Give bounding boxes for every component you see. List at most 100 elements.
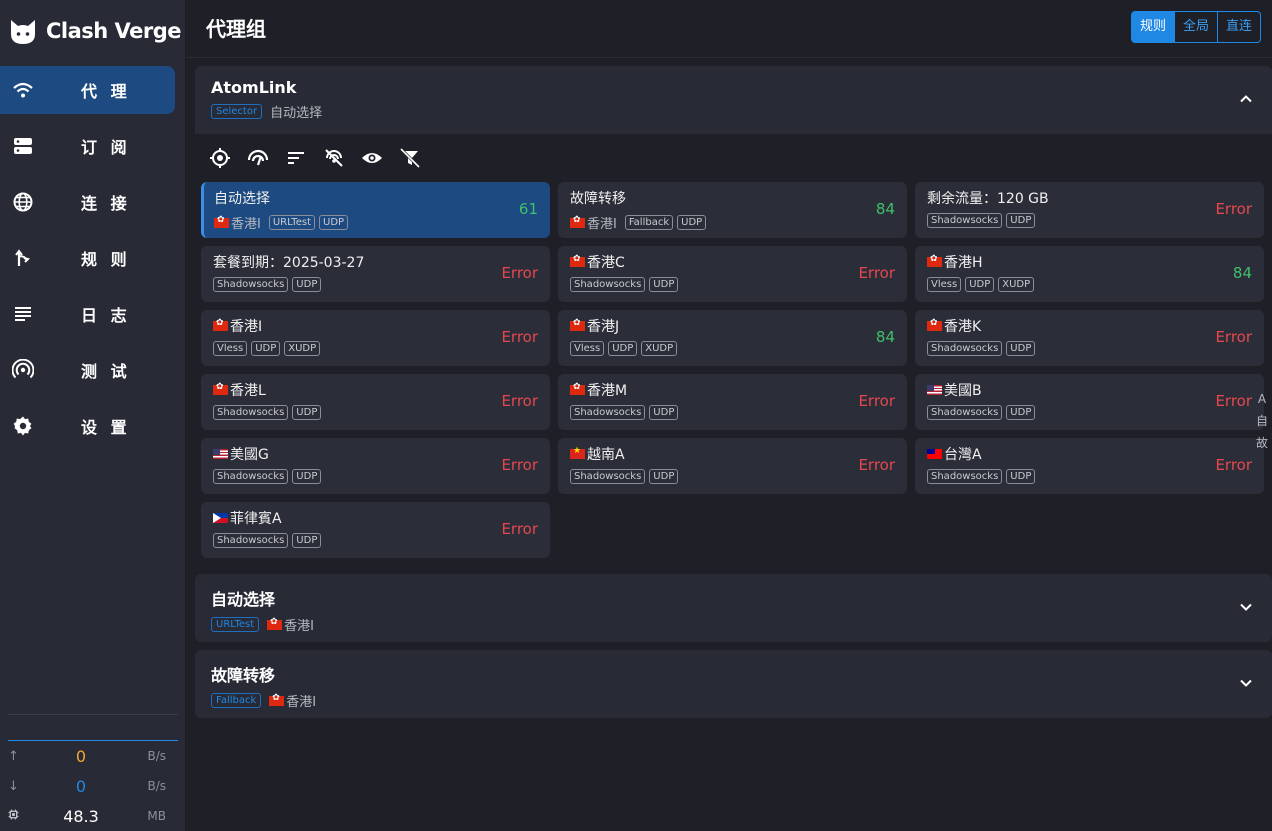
proxy-delay[interactable]: Error: [858, 456, 895, 474]
clear-filter-icon[interactable]: [399, 147, 421, 169]
proxy-card[interactable]: 香港HVlessUDPXUDP84: [915, 246, 1264, 302]
sidebar-item-2[interactable]: 连 接: [0, 178, 175, 226]
proxy-delay[interactable]: Error: [1215, 328, 1252, 346]
arrow-down-icon: ↓: [8, 778, 19, 794]
proxy-delay[interactable]: 84: [1233, 264, 1252, 282]
proxy-tag: Shadowsocks: [927, 469, 1003, 484]
proxy-delay[interactable]: Error: [858, 264, 895, 282]
speed-test-icon[interactable]: [247, 147, 269, 169]
sidebar-item-4[interactable]: 日 志: [0, 290, 175, 338]
mode-button-1[interactable]: 全局: [1175, 12, 1218, 42]
proxy-tag: UDP: [292, 533, 322, 548]
proxy-delay[interactable]: 61: [519, 200, 538, 218]
proxy-card[interactable]: 越南A ShadowsocksUDP Error: [558, 438, 907, 494]
proxy-title: 美國G: [213, 445, 538, 463]
proxy-delay[interactable]: Error: [1215, 200, 1252, 218]
proxy-name: 自动选择: [214, 191, 270, 207]
proxy-tag: UDP: [292, 405, 322, 420]
wifi-icon: [12, 79, 34, 101]
proxy-delay[interactable]: Error: [501, 392, 538, 410]
sidebar-nav: 代 理订 阅连 接规 则日 志测 试设 置: [0, 66, 185, 450]
proxy-tags: 香港I FallbackUDP: [570, 213, 895, 232]
upload-row: ↑ 0 B/s: [8, 741, 178, 771]
proxy-tags: Shadowsocks UDP: [927, 405, 1252, 420]
mode-button-2[interactable]: 直连: [1218, 12, 1260, 42]
proxy-card[interactable]: 故障转移香港I FallbackUDP 84: [558, 182, 907, 238]
proxy-tags: Shadowsocks UDP: [213, 277, 538, 292]
vietnam-flag-icon: [570, 446, 585, 459]
proxy-delay[interactable]: Error: [501, 264, 538, 282]
chevron-down-icon[interactable]: [1239, 600, 1253, 614]
proxy-delay[interactable]: Error: [1215, 392, 1252, 410]
upload-unit: B/s: [147, 749, 166, 763]
proxy-tag: Shadowsocks: [570, 277, 646, 292]
proxy-tag: Shadowsocks: [213, 469, 289, 484]
group-index-letter[interactable]: 自: [1256, 410, 1268, 432]
proxy-tag: Vless: [927, 277, 962, 292]
proxy-tag: UDP: [1006, 469, 1036, 484]
chevron-down-icon[interactable]: [1239, 676, 1253, 690]
group-name: 自动选择: [211, 590, 276, 609]
proxy-card[interactable]: 剩余流量：120 GB Shadowsocks UDP Error: [915, 182, 1264, 238]
proxy-card[interactable]: 菲律賓A Shadowsocks UDP Error: [201, 502, 550, 558]
proxy-tag: Shadowsocks: [213, 405, 289, 420]
proxy-delay[interactable]: 84: [876, 200, 895, 218]
group-header-atomlink[interactable]: AtomLink Selector 自动选择: [195, 66, 1272, 134]
sidebar-item-3[interactable]: 规 则: [0, 234, 175, 282]
proxy-title: 越南A: [570, 445, 895, 463]
proxy-tag: UDP: [649, 277, 679, 292]
proxy-card[interactable]: 香港JVlessUDPXUDP84: [558, 310, 907, 366]
proxy-delay[interactable]: Error: [858, 392, 895, 410]
app-name: Clash Verge: [46, 19, 182, 43]
proxy-card[interactable]: 台灣A Shadowsocks UDP Error: [915, 438, 1264, 494]
proxy-delay[interactable]: Error: [501, 456, 538, 474]
proxy-tags: Shadowsocks UDP: [570, 277, 895, 292]
gear-icon: [12, 415, 34, 437]
mode-button-0[interactable]: 规则: [1131, 12, 1175, 42]
fork-icon: [12, 247, 34, 269]
proxy-card[interactable]: 美國G Shadowsocks UDP Error: [201, 438, 550, 494]
traffic-panel: ↑ 0 B/s ↓ 0 B/s 48.3 MB: [0, 714, 186, 831]
proxy-tag: UDP: [1006, 341, 1036, 356]
proxy-tag: Shadowsocks: [927, 213, 1003, 228]
proxy-delay[interactable]: Error: [501, 520, 538, 538]
proxy-delay[interactable]: Error: [1215, 456, 1252, 474]
sidebar-item-6[interactable]: 设 置: [0, 402, 175, 450]
proxy-card[interactable]: 香港MShadowsocksUDPError: [558, 374, 907, 430]
filter-off-icon[interactable]: [323, 147, 345, 169]
proxy-name: 菲律賓A: [230, 511, 282, 527]
locate-icon[interactable]: [209, 147, 231, 169]
sidebar-item-5[interactable]: 测 试: [0, 346, 175, 394]
proxy-tag: Shadowsocks: [570, 469, 646, 484]
group-index-letter[interactable]: 故: [1256, 432, 1268, 454]
proxy-name: 香港I: [230, 319, 263, 335]
proxy-card[interactable]: 美國B Shadowsocks UDP Error: [915, 374, 1264, 430]
sort-icon[interactable]: [285, 147, 307, 169]
proxy-card[interactable]: 自动选择香港I URLTest UDP 61: [201, 182, 550, 238]
proxy-tag: UDP: [1006, 213, 1036, 228]
proxy-delay[interactable]: 84: [876, 328, 895, 346]
proxy-delay[interactable]: Error: [501, 328, 538, 346]
proxy-tags: Vless UDP XUDP: [570, 341, 895, 356]
app-logo: Clash Verge: [0, 0, 185, 62]
proxy-groups: AtomLink Selector 自动选择 自动选择 ✿ 香港I URLTes…: [186, 58, 1272, 718]
sidebar-item-1[interactable]: 订 阅: [0, 122, 175, 170]
proxy-tag: UDP: [608, 341, 638, 356]
proxy-card[interactable]: 香港IVlessUDPXUDPError: [201, 310, 550, 366]
hong-kong-flag-icon: [267, 617, 283, 630]
proxy-card[interactable]: 香港CShadowsocksUDPError: [558, 246, 907, 302]
proxy-card[interactable]: 套餐到期：2025-03-27 Shadowsocks UDP Error: [201, 246, 550, 302]
group-type-tag: Selector: [211, 104, 263, 119]
sidebar-item-0[interactable]: 代 理: [0, 66, 175, 114]
group-current: 香港I: [286, 695, 317, 710]
chevron-up-icon[interactable]: [1239, 92, 1253, 106]
group-header-fallback[interactable]: 故障转移 Fallback 香港I: [195, 650, 1272, 718]
group-index-letter[interactable]: A: [1256, 388, 1268, 410]
proxy-card[interactable]: 香港LShadowsocksUDPError: [201, 374, 550, 430]
download-unit: B/s: [147, 779, 166, 793]
proxy-card[interactable]: 香港KShadowsocksUDPError: [915, 310, 1264, 366]
proxy-name: 台灣A: [944, 447, 982, 463]
eye-icon[interactable]: [361, 147, 383, 169]
proxy-tag: UDP: [649, 469, 679, 484]
group-header-auto-select[interactable]: 自动选择 URLTest 香港I: [195, 574, 1272, 642]
